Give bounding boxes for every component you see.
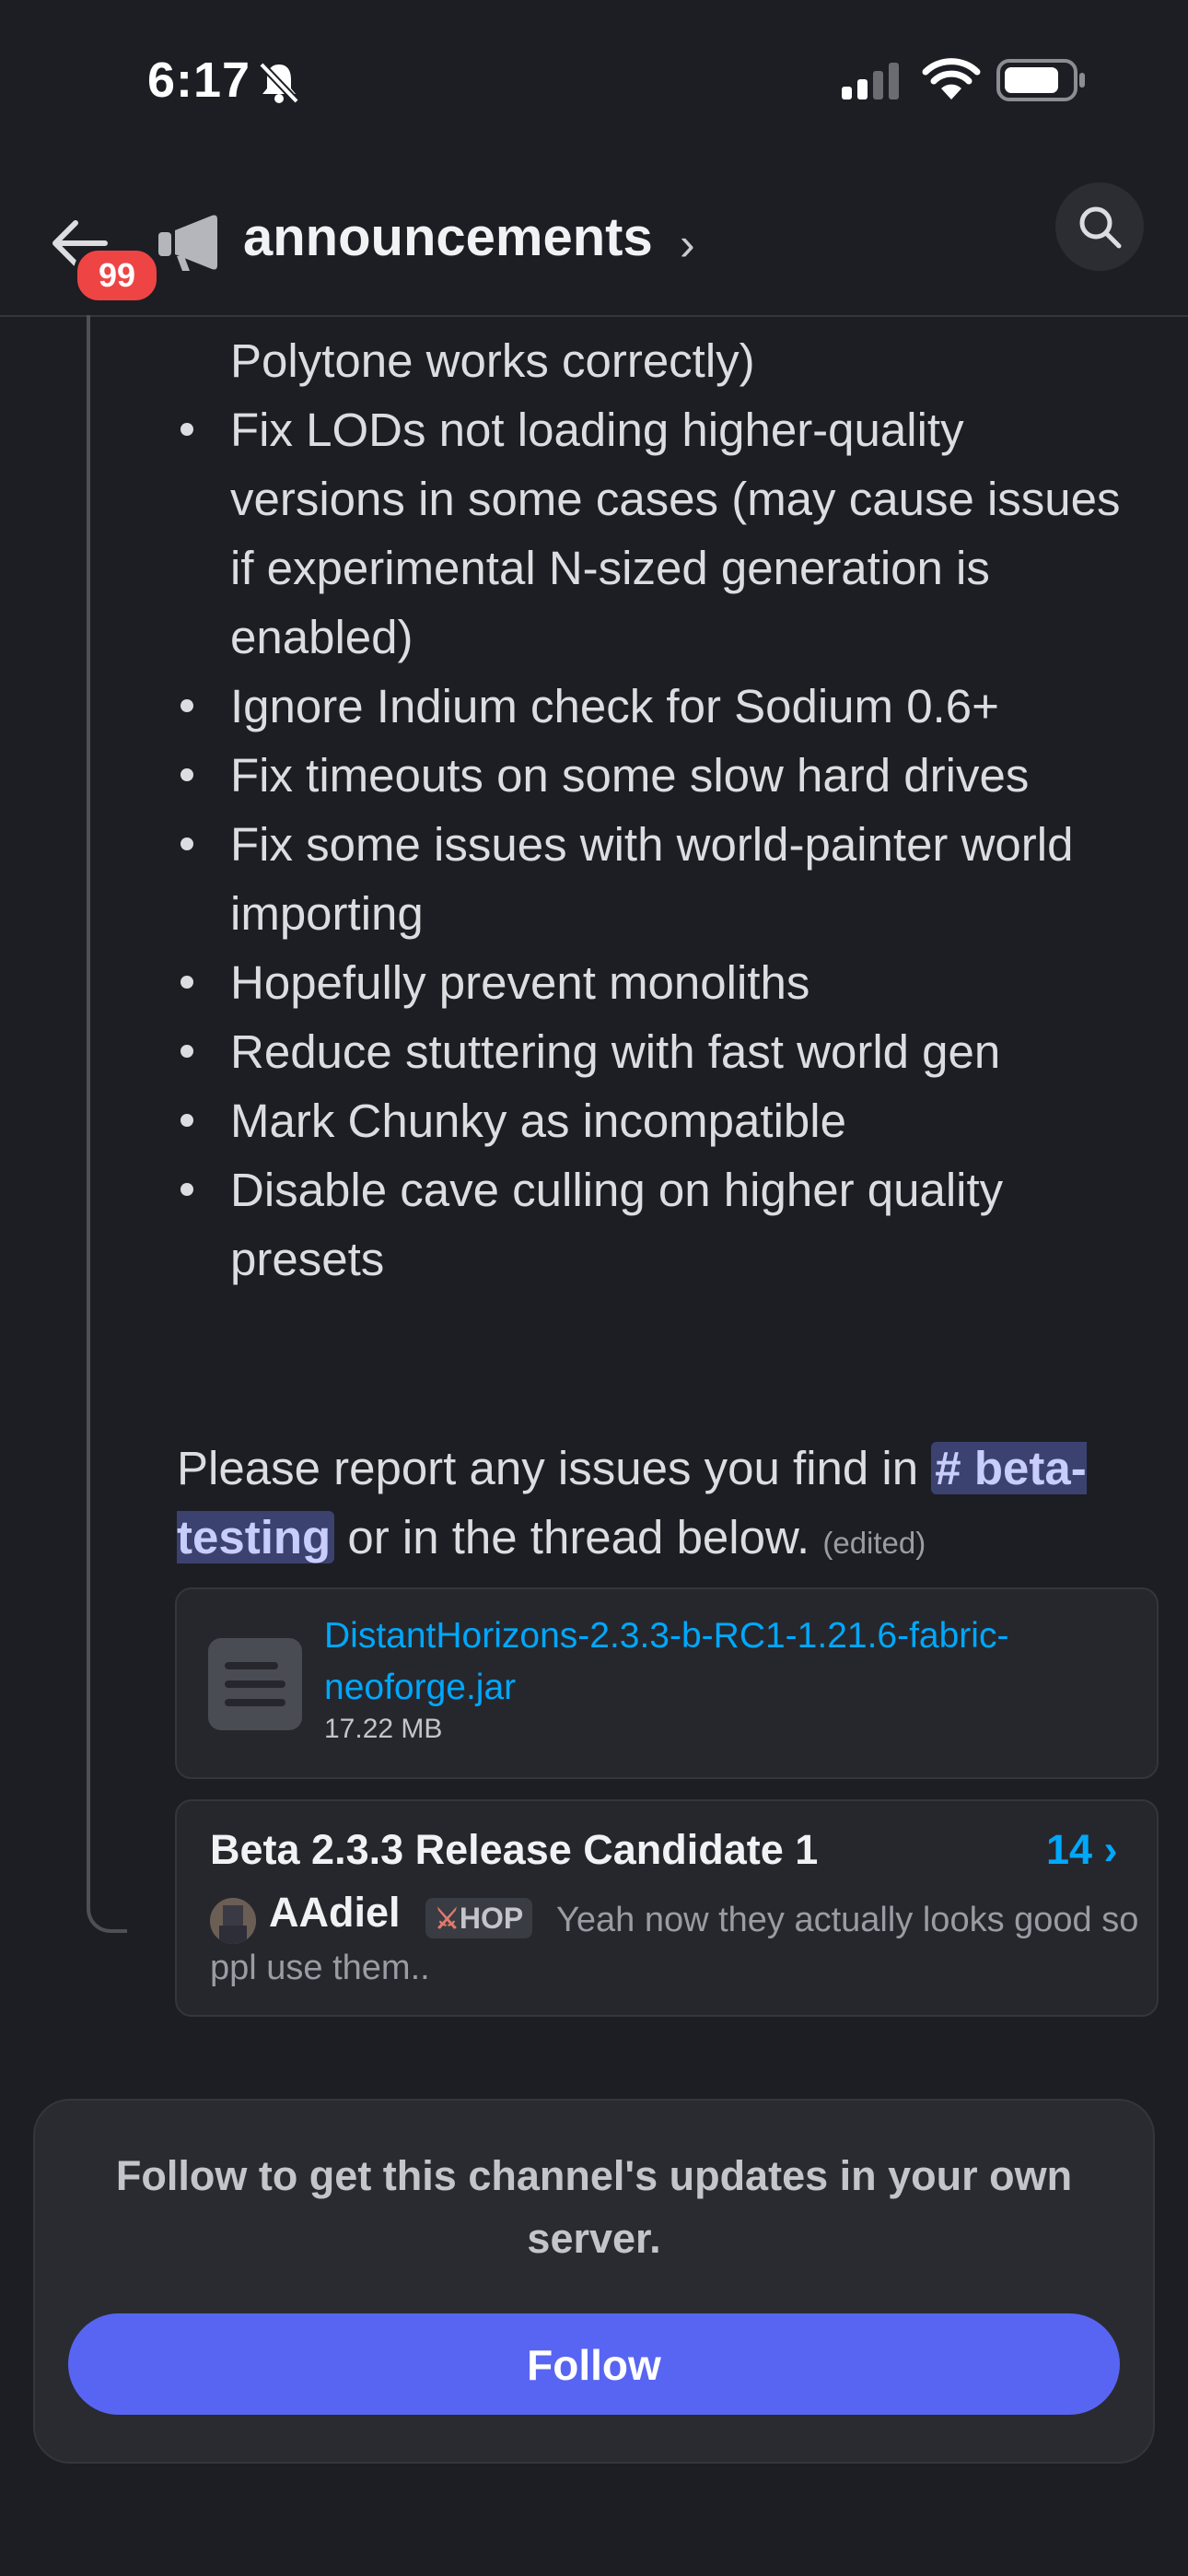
message-line: Fix timeouts on some slow hard drives xyxy=(230,749,1030,802)
search-button[interactable] xyxy=(1055,182,1144,271)
thread-message-count[interactable]: 14 › xyxy=(1046,1826,1118,1874)
role-tag-label: HOP xyxy=(459,1902,524,1935)
bullet-point xyxy=(181,1045,193,1058)
message-line: Mark Chunky as incompatible xyxy=(230,1095,846,1147)
sword-icon: ⚔ xyxy=(435,1904,460,1935)
thread-author[interactable]: AAdiel xyxy=(269,1889,401,1937)
message-line: presets xyxy=(230,1233,385,1285)
report-suffix: or in the thread below. xyxy=(334,1511,810,1563)
channel-name[interactable]: announcements xyxy=(243,206,653,268)
message-line: enabled) xyxy=(230,611,413,663)
avatar xyxy=(210,1898,256,1944)
message-line: if experimental N-sized generation is xyxy=(230,542,990,594)
chevron-right-icon[interactable]: › xyxy=(680,217,695,271)
unread-badge: 99 xyxy=(74,247,160,304)
announcement-megaphone-icon xyxy=(158,215,217,271)
cellular-signal-icon xyxy=(842,63,899,100)
bullet-point xyxy=(181,976,193,989)
message-line: Hopefully prevent monoliths xyxy=(230,956,810,1009)
attachment-file-name[interactable]: DistantHorizons-2.3.3-b-RC1-1.21.6-fabri… xyxy=(324,1610,1061,1714)
file-text-icon xyxy=(208,1638,302,1730)
attachment-file-size: 17.22 MB xyxy=(324,1714,443,1744)
bullet-point xyxy=(181,1183,193,1196)
thread-title[interactable]: Beta 2.3.3 Release Candidate 1 xyxy=(210,1826,818,1874)
message-line: Fix LODs not loading higher-quality xyxy=(230,404,964,456)
role-tag: ⚔HOP xyxy=(425,1898,533,1938)
bullet-point xyxy=(181,837,193,850)
follow-button[interactable]: Follow xyxy=(68,2313,1120,2415)
edited-label: (edited) xyxy=(822,1526,926,1560)
bell-muted-icon xyxy=(259,62,299,104)
wifi-icon xyxy=(922,58,981,100)
message-line: Fix some issues with world-painter world xyxy=(230,818,1074,871)
battery-icon xyxy=(996,59,1085,101)
report-prefix: Please report any issues you find in xyxy=(177,1442,932,1494)
bullet-point xyxy=(181,423,193,436)
report-text: Please report any issues you find in # b… xyxy=(177,1434,1171,1577)
bullet-point xyxy=(181,1114,193,1127)
search-icon xyxy=(1079,206,1122,249)
message-line: Polytone works correctly) xyxy=(230,334,755,387)
message-line: Reduce stuttering with fast world gen xyxy=(230,1025,1001,1078)
thread-connector-line xyxy=(87,315,127,1933)
message-line: versions in some cases (may cause issues xyxy=(230,473,1121,525)
message-line: Disable cave culling on higher quality xyxy=(230,1164,1004,1216)
bullet-point xyxy=(181,699,193,712)
follow-description: Follow to get this channel's updates in … xyxy=(115,2152,1073,2262)
message-line: Ignore Indium check for Sodium 0.6+ xyxy=(230,680,999,732)
message-line: importing xyxy=(230,887,424,940)
bullet-point xyxy=(181,768,193,781)
status-time: 6:17 xyxy=(147,53,251,108)
